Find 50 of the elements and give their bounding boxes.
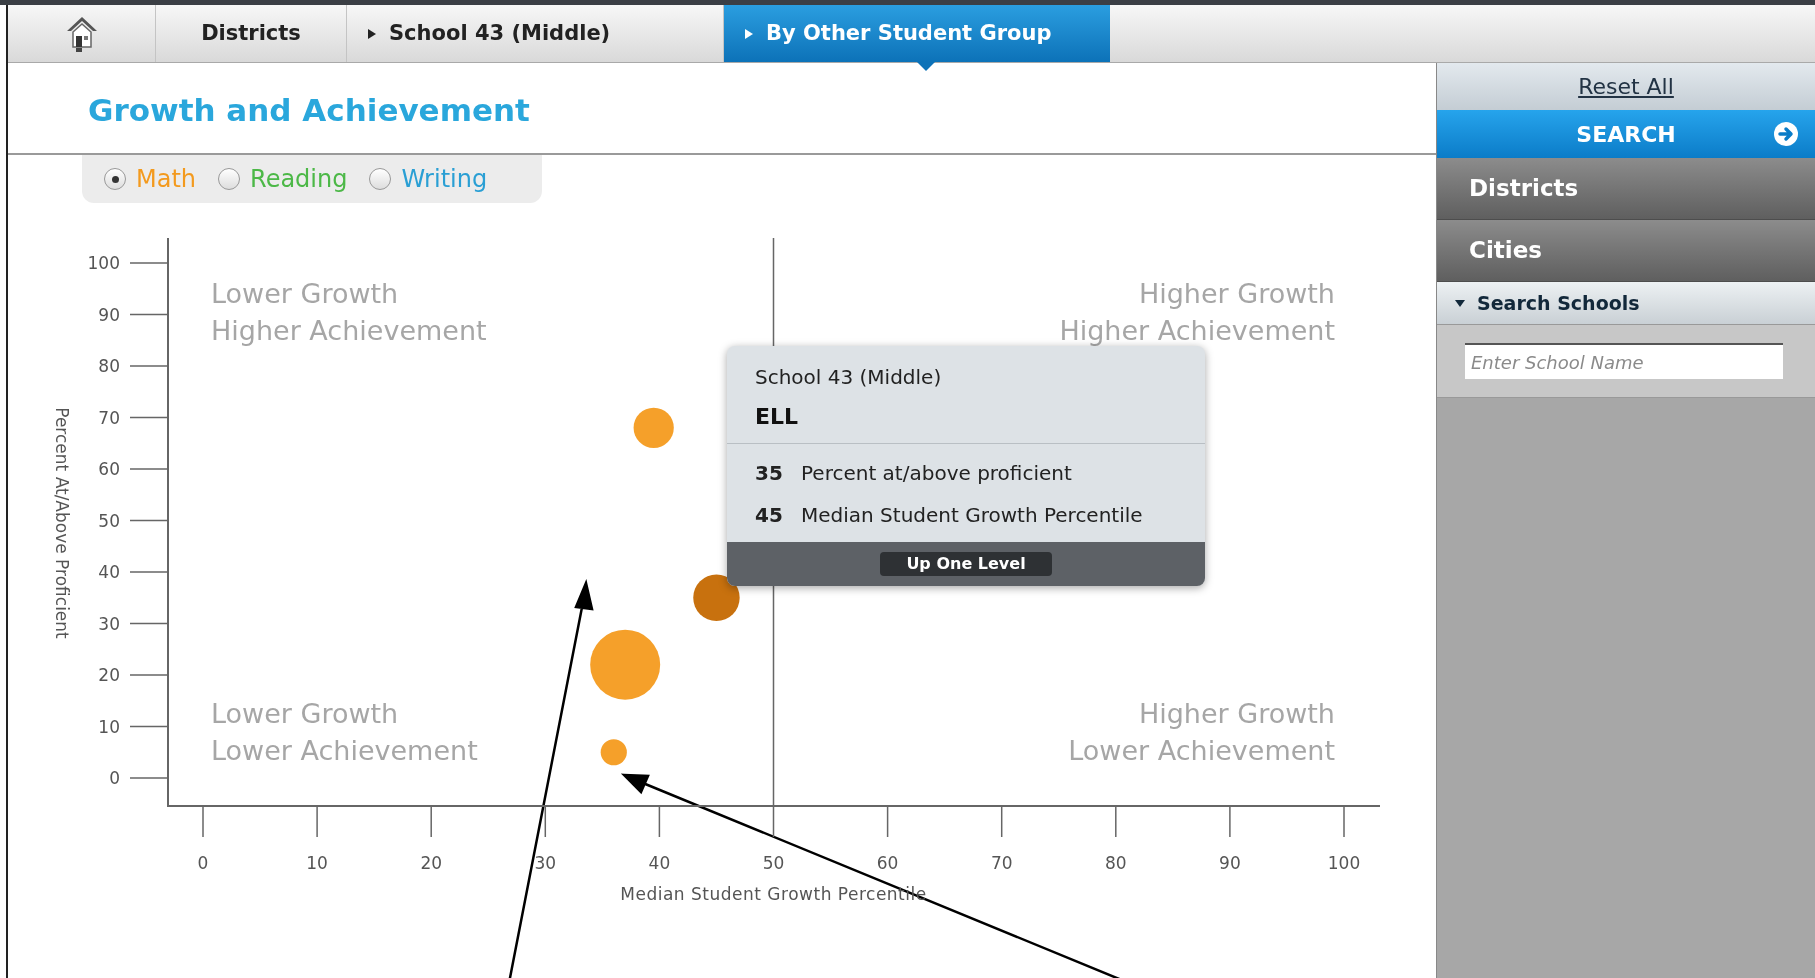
sidebar-item[interactable]: Districts xyxy=(1437,158,1815,220)
y-axis-title: Percent At/Above Proficient xyxy=(52,407,72,639)
x-tick-label: 50 xyxy=(762,853,785,873)
x-tick-label: 60 xyxy=(876,853,899,873)
x-tick-label: 90 xyxy=(1219,853,1241,873)
school-name-field[interactable]: Enter School Name xyxy=(1465,343,1783,379)
tooltip-label: Median Student Growth Percentile xyxy=(801,502,1143,529)
tab-pointer-icon xyxy=(917,62,935,71)
y-tick-label: 10 xyxy=(98,716,120,737)
quadrant-label: Higher Achievement xyxy=(211,315,487,346)
y-tick-label: 40 xyxy=(98,562,120,582)
x-tick-label: 30 xyxy=(534,853,557,873)
quadrant-label: Lower Achievement xyxy=(1068,735,1335,766)
section-header[interactable]: Search Schools xyxy=(1437,282,1815,325)
quadrant-label: Lower Achievement xyxy=(211,735,478,766)
breadcrumb-tab[interactable]: By Other Student Group xyxy=(724,5,1110,62)
y-tick-label: 60 xyxy=(98,459,120,479)
x-tick-label: 40 xyxy=(648,853,671,873)
subject-radio[interactable]: Writing xyxy=(369,161,488,197)
page-title: Growth and Achievement xyxy=(88,90,530,130)
arrow-circle-icon xyxy=(1773,121,1799,147)
y-tick-label: 70 xyxy=(98,407,120,428)
x-tick-label: 10 xyxy=(306,853,328,873)
quadrant-label: Higher Achievement xyxy=(1059,315,1335,346)
x-tick-label: 100 xyxy=(1327,853,1361,873)
sidebar-item[interactable]: Cities xyxy=(1437,220,1815,282)
reset-all-link[interactable]: Reset All xyxy=(1578,70,1674,103)
tooltip-label: Percent at/above proficient xyxy=(801,460,1072,487)
x-tick-label: 70 xyxy=(990,853,1013,873)
y-tick-label: 30 xyxy=(98,613,120,634)
y-tick-label: 100 xyxy=(87,253,120,273)
x-tick-label: 80 xyxy=(1105,853,1127,873)
tooltip-group: ELL xyxy=(755,400,1177,433)
quadrant-label: Lower Growth xyxy=(211,278,399,309)
search-button[interactable]: SEARCH xyxy=(1437,110,1815,158)
x-tick-label: 20 xyxy=(420,853,442,873)
x-tick-label: 0 xyxy=(197,853,209,873)
y-tick-label: 80 xyxy=(98,356,120,376)
breadcrumb-tab[interactable]: Districts xyxy=(156,5,347,62)
up-one-level-button[interactable]: Up One Level xyxy=(880,552,1052,576)
quadrant-label: Higher Growth xyxy=(1138,698,1335,729)
bubble[interactable] xyxy=(693,574,740,621)
quadrant-label: Higher Growth xyxy=(1138,278,1335,309)
y-tick-label: 0 xyxy=(109,768,120,788)
y-tick-label: 50 xyxy=(98,510,120,531)
caret-icon xyxy=(1455,298,1465,308)
quadrant-label: Lower Growth xyxy=(211,698,399,729)
tooltip-school: School 43 (Middle) xyxy=(755,364,943,391)
y-tick-label: 90 xyxy=(98,304,120,325)
y-tick-label: 20 xyxy=(98,665,120,685)
